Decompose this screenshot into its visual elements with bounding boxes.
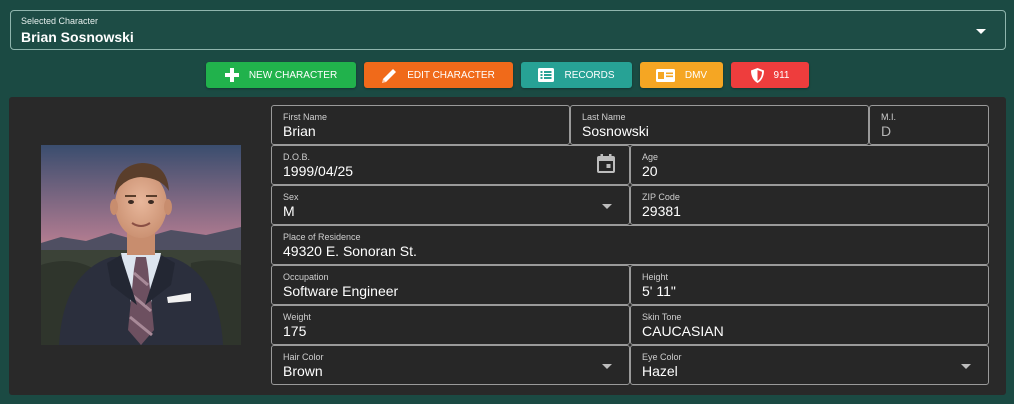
residence-field[interactable]: Place of Residence 49320 E. Sonoran St. [271, 225, 989, 265]
last-name-field[interactable]: Last Name Sosnowski [570, 105, 869, 145]
height-value: 5' 11" [642, 283, 676, 299]
occupation-field[interactable]: Occupation Software Engineer [271, 265, 630, 305]
skin-tone-value: CAUCASIAN [642, 323, 724, 339]
middle-initial-label: M.I. [881, 112, 896, 122]
first-name-field[interactable]: First Name Brian [271, 105, 570, 145]
pencil-icon [382, 68, 397, 83]
hair-color-label: Hair Color [283, 352, 324, 362]
emergency-911-button[interactable]: 911 [731, 62, 809, 88]
chevron-down-icon [961, 364, 971, 369]
height-label: Height [642, 272, 669, 282]
dob-field[interactable]: D.O.B. 1999/04/25 [271, 145, 630, 185]
shield-icon [750, 67, 764, 83]
plus-icon [224, 68, 239, 82]
zip-code-label: ZIP Code [642, 192, 680, 202]
zip-code-field[interactable]: ZIP Code 29381 [630, 185, 989, 225]
weight-label: Weight [283, 312, 311, 322]
selected-character-value: Brian Sosnowski [21, 29, 134, 45]
last-name-value: Sosnowski [582, 123, 649, 139]
dob-label: D.O.B. [283, 152, 311, 162]
edit-character-label: EDIT CHARACTER [407, 69, 495, 81]
skin-tone-field[interactable]: Skin Tone CAUCASIAN [630, 305, 989, 345]
hair-color-select[interactable]: Hair Color Brown [271, 345, 630, 385]
sex-label: Sex [283, 192, 299, 202]
first-name-label: First Name [283, 112, 328, 122]
middle-initial-field[interactable]: M.I. D [869, 105, 989, 145]
selected-character-label: Selected Character [21, 16, 99, 26]
eye-color-select[interactable]: Eye Color Hazel [630, 345, 989, 385]
sex-value: M [283, 203, 295, 219]
new-character-button[interactable]: NEW CHARACTER [206, 62, 356, 88]
selected-character-select[interactable]: Selected Character Brian Sosnowski [10, 10, 1006, 50]
zip-code-value: 29381 [642, 203, 681, 219]
emergency-911-label: 911 [773, 69, 790, 81]
records-button[interactable]: RECORDS [521, 62, 632, 88]
eye-color-value: Hazel [642, 363, 678, 379]
height-field[interactable]: Height 5' 11" [630, 265, 989, 305]
middle-initial-value: D [881, 123, 892, 139]
edit-character-button[interactable]: EDIT CHARACTER [364, 62, 513, 88]
last-name-label: Last Name [582, 112, 626, 122]
dob-value: 1999/04/25 [283, 163, 354, 179]
eye-color-label: Eye Color [642, 352, 682, 362]
residence-label: Place of Residence [283, 232, 361, 242]
dmv-button[interactable]: DMV [640, 62, 723, 88]
age-label: Age [642, 152, 659, 162]
character-photo [41, 145, 241, 345]
new-character-label: NEW CHARACTER [248, 69, 338, 81]
calendar-icon[interactable] [597, 154, 615, 173]
list-icon [538, 68, 555, 82]
age-field[interactable]: Age 20 [630, 145, 989, 185]
chevron-down-icon [976, 29, 986, 34]
id-card-icon [655, 68, 675, 82]
occupation-value: Software Engineer [283, 283, 399, 299]
skin-tone-label: Skin Tone [642, 312, 682, 322]
dmv-label: DMV [684, 69, 708, 81]
chevron-down-icon [602, 364, 612, 369]
sex-select[interactable]: Sex M [271, 185, 630, 225]
hair-color-value: Brown [283, 363, 323, 379]
chevron-down-icon [602, 204, 612, 209]
records-label: RECORDS [564, 69, 615, 81]
residence-value: 49320 E. Sonoran St. [283, 243, 417, 259]
age-value: 20 [642, 163, 658, 179]
occupation-label: Occupation [283, 272, 329, 282]
first-name-value: Brian [283, 123, 316, 139]
weight-value: 175 [283, 323, 307, 339]
character-details-panel: First Name Brian Last Name Sosnowski M.I… [9, 97, 1006, 395]
weight-field[interactable]: Weight 175 [271, 305, 630, 345]
